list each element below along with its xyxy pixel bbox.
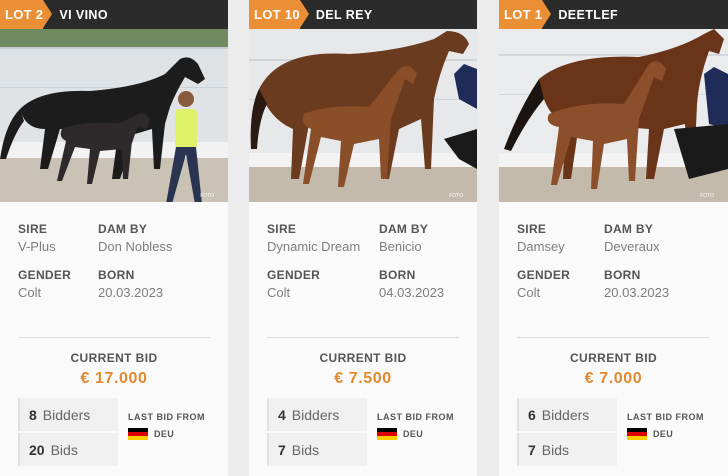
bidders-label: Bidders [42, 406, 91, 423]
horse-name[interactable]: DEL REY [316, 8, 373, 22]
lot-badge: LOT 2 [0, 0, 53, 29]
last-bid-from: LAST BID FROM DEU [627, 412, 704, 440]
born-value: 20.03.2023 [604, 285, 670, 300]
germany-flag-icon [627, 428, 647, 440]
bids-count: 20 [29, 441, 45, 458]
bidders-stat: 6 Bidders [517, 398, 617, 431]
last-bid-label: LAST BID FROM [377, 412, 454, 422]
bid-stats: 8 Bidders 20 Bids [18, 398, 118, 468]
country-code: DEU [403, 429, 424, 439]
current-bid-label: CURRENT BID [70, 351, 158, 365]
lot-card-deetlef[interactable]: LOT 1 DEETLEF FOTO SIRE Damsey DAM BY De… [499, 0, 728, 476]
card-header: LOT 1 DEETLEF [499, 0, 728, 29]
bidders-stat: 8 Bidders [18, 398, 118, 431]
bidders-stat: 4 Bidders [267, 398, 367, 431]
bids-stat: 7 Bids [517, 433, 617, 466]
bids-count: 7 [528, 441, 536, 458]
born-value: 20.03.2023 [98, 285, 164, 300]
horse-name[interactable]: DEETLEF [558, 8, 618, 22]
horse-photo[interactable]: FOTO [499, 29, 728, 202]
horse-name[interactable]: VI VINO [59, 8, 108, 22]
current-bid-value: € 17.000 [80, 370, 148, 387]
born-label: BORN [98, 268, 135, 282]
card-header: LOT 10 DEL REY [249, 0, 477, 29]
bidders-label: Bidders [541, 406, 590, 423]
last-bid-from: LAST BID FROM DEU [128, 412, 205, 440]
sire-value: V-Plus [18, 239, 56, 254]
svg-text:FOTO: FOTO [700, 193, 714, 199]
lot-card-del-rey[interactable]: LOT 10 DEL REY FOTO SIRE Dynamic Dream D… [249, 0, 477, 476]
dam-value: Benicio [379, 239, 422, 254]
born-label: BORN [379, 268, 416, 282]
current-bid-value: € 7.000 [584, 370, 643, 387]
horse-details: SIRE V-Plus DAM BY Don Nobless GENDER Co… [0, 202, 228, 338]
divider [18, 337, 210, 338]
lot-badge: LOT 10 [249, 0, 309, 29]
dam-label: DAM BY [604, 222, 654, 236]
horse-details: SIRE Dynamic Dream DAM BY Benicio GENDER… [249, 202, 477, 338]
bids-count: 7 [278, 441, 286, 458]
bids-label: Bids [50, 441, 78, 458]
country-code: DEU [154, 429, 175, 439]
bid-stats: 6 Bidders 7 Bids [517, 398, 617, 468]
dam-label: DAM BY [98, 222, 148, 236]
gender-label: GENDER [517, 268, 571, 282]
bid-stats: 4 Bidders 7 Bids [267, 398, 367, 468]
bids-label: Bids [291, 441, 320, 458]
gender-value: Colt [18, 285, 42, 300]
current-bid-value: € 7.500 [334, 370, 392, 387]
bids-stat: 20 Bids [18, 433, 118, 466]
gender-label: GENDER [18, 268, 72, 282]
born-label: BORN [604, 268, 641, 282]
bids-stat: 7 Bids [267, 433, 367, 466]
dam-value: Don Nobless [98, 239, 173, 254]
germany-flag-icon [128, 428, 148, 440]
sire-label: SIRE [18, 222, 48, 236]
divider [517, 337, 710, 338]
current-bid-label: CURRENT BID [319, 351, 407, 365]
sire-value: Dynamic Dream [267, 239, 361, 254]
bidders-count: 8 [29, 406, 37, 423]
last-bid-label: LAST BID FROM [128, 412, 205, 422]
sire-value: Damsey [517, 239, 565, 254]
bidders-count: 6 [528, 406, 536, 423]
svg-text:FOTO: FOTO [200, 193, 214, 199]
country-code: DEU [653, 429, 674, 439]
dam-value: Deveraux [604, 239, 660, 254]
divider [267, 337, 459, 338]
horse-photo[interactable]: FOTO [249, 29, 477, 202]
horse-photo[interactable]: FOTO [0, 29, 228, 202]
born-value: 04.03.2023 [379, 285, 445, 300]
lot-card-vi-vino[interactable]: LOT 2 VI VINO FOTO SIRE V-Plus DAM BY Do… [0, 0, 228, 476]
bidders-label: Bidders [291, 406, 340, 423]
germany-flag-icon [377, 428, 397, 440]
horse-details: SIRE Damsey DAM BY Deveraux GENDER Colt … [499, 202, 728, 338]
bids-label: Bids [541, 441, 570, 458]
dam-label: DAM BY [379, 222, 429, 236]
gender-value: Colt [517, 285, 541, 300]
bidders-count: 4 [278, 406, 286, 423]
last-bid-from: LAST BID FROM DEU [377, 412, 454, 440]
sire-label: SIRE [517, 222, 547, 236]
card-header: LOT 2 VI VINO [0, 0, 228, 29]
gender-value: Colt [267, 285, 291, 300]
lot-badge: LOT 1 [499, 0, 552, 29]
sire-label: SIRE [267, 222, 297, 236]
current-bid-label: CURRENT BID [569, 351, 658, 365]
last-bid-label: LAST BID FROM [627, 412, 704, 422]
gender-label: GENDER [267, 268, 321, 282]
svg-text:FOTO: FOTO [449, 193, 463, 199]
